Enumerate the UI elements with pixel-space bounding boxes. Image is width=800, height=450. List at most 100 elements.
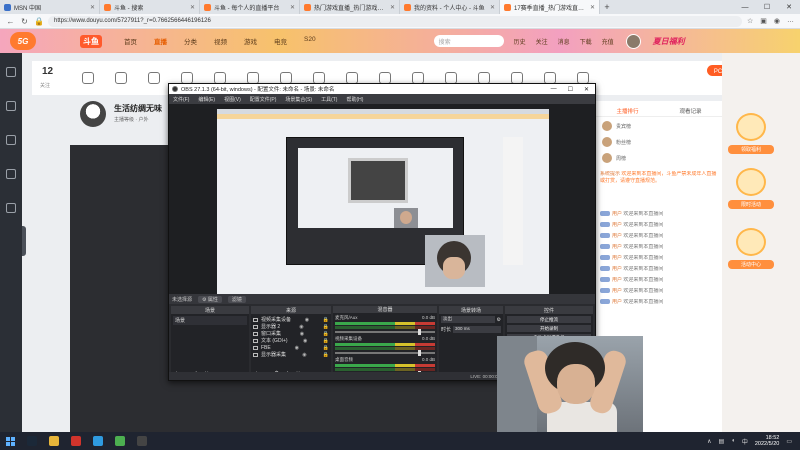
obs-menu-item[interactable]: 工具(T) bbox=[321, 96, 337, 103]
follow-link[interactable]: 关注 bbox=[536, 37, 548, 46]
source-item[interactable]: 显示器 2 ◉ 🔒 bbox=[253, 323, 329, 330]
chat-user[interactable]: 用户 bbox=[612, 266, 622, 272]
nav-item[interactable]: 视频 bbox=[214, 36, 227, 46]
profile-icon[interactable]: ◉ bbox=[774, 17, 780, 25]
duration-input[interactable]: 300 ms bbox=[453, 326, 501, 333]
network-icon[interactable]: ▤ bbox=[719, 438, 725, 445]
browser-tab[interactable]: 斗鱼 - 每个人的直播平台 ✕ bbox=[200, 0, 300, 14]
obs-preview[interactable] bbox=[169, 104, 595, 296]
chat-user[interactable]: 用户 bbox=[612, 255, 622, 261]
back-icon[interactable]: ← bbox=[6, 17, 15, 26]
source-item[interactable]: 显示器采集 ◉ 🔒 bbox=[253, 351, 329, 358]
obs-menu-item[interactable]: 文件(F) bbox=[173, 96, 189, 103]
task-icon[interactable] bbox=[82, 72, 94, 84]
obs-minimize-button[interactable]: — bbox=[551, 86, 557, 93]
obs-menu-item[interactable]: 编辑(E) bbox=[198, 96, 215, 103]
source-item[interactable]: 窗口采集 ◉ 🔒 bbox=[253, 330, 329, 337]
clock[interactable]: 18:52 2022/5/20 bbox=[755, 435, 779, 447]
search-input[interactable]: 搜索 bbox=[433, 35, 504, 47]
obs-menu-item[interactable]: 配置文件(P) bbox=[250, 96, 277, 103]
more-icon[interactable]: … bbox=[787, 17, 794, 25]
promo-label[interactable]: 限时活动 bbox=[728, 200, 774, 209]
ime-icon[interactable]: 中 bbox=[742, 437, 748, 446]
nav-item[interactable]: 直播 bbox=[154, 36, 167, 46]
chat-user[interactable]: 用户 bbox=[612, 299, 622, 305]
header-promo[interactable]: 夏日福利 bbox=[653, 36, 685, 47]
chat-user[interactable]: 用户 bbox=[612, 277, 622, 283]
chrome-icon[interactable] bbox=[115, 436, 125, 446]
obs-menu-item[interactable]: 场景集合(S) bbox=[285, 96, 312, 103]
download-link[interactable]: 下载 bbox=[580, 37, 592, 46]
promo-label[interactable]: 活动中心 bbox=[728, 260, 774, 269]
tab-history[interactable]: 观看记录 bbox=[679, 107, 701, 116]
eye-icon[interactable]: ◉ bbox=[303, 338, 307, 344]
maximize-button[interactable]: ☐ bbox=[756, 0, 778, 14]
close-icon[interactable]: ✕ bbox=[190, 4, 195, 11]
nav-item[interactable]: 分类 bbox=[184, 36, 197, 46]
user-avatar[interactable] bbox=[625, 33, 641, 49]
lock-icon[interactable]: 🔒 bbox=[323, 352, 329, 358]
chat-user[interactable]: 用户 bbox=[612, 233, 622, 239]
browser-tab[interactable]: 我的资料 - 个人中心 - 斗鱼 ✕ bbox=[400, 0, 500, 14]
eye-icon[interactable]: ◉ bbox=[302, 352, 306, 358]
source-item[interactable]: 视频采集设备 ◉ 🔒 bbox=[253, 316, 329, 323]
close-window-button[interactable]: ✕ bbox=[778, 0, 800, 14]
lock-icon[interactable]: 🔒 bbox=[323, 345, 329, 351]
streamer-avatar[interactable] bbox=[80, 101, 106, 127]
lock-icon[interactable]: 🔒 bbox=[323, 324, 329, 330]
obs-menu-item[interactable]: 帮助(H) bbox=[346, 96, 363, 103]
rail-follow-icon[interactable] bbox=[6, 101, 16, 111]
signal-icon[interactable] bbox=[115, 72, 127, 84]
collections-icon[interactable]: ▣ bbox=[760, 17, 767, 25]
rail-category-icon[interactable] bbox=[6, 135, 16, 145]
list-item[interactable]: 粉丝榜 bbox=[602, 137, 716, 147]
transition-settings-icon[interactable]: ⚙ bbox=[497, 317, 501, 323]
scene-item[interactable]: 场景 bbox=[173, 316, 247, 325]
eye-icon[interactable]: ◉ bbox=[299, 324, 303, 330]
volume-slider[interactable] bbox=[335, 350, 435, 356]
edge-icon[interactable] bbox=[93, 436, 103, 446]
message-link[interactable]: 消息 bbox=[558, 37, 570, 46]
obs-maximize-button[interactable]: ☐ bbox=[568, 86, 573, 93]
new-tab-button[interactable]: + bbox=[600, 0, 614, 14]
chat-user[interactable]: 用户 bbox=[612, 288, 622, 294]
promo-label[interactable]: 领取福利 bbox=[728, 145, 774, 154]
minimize-button[interactable]: — bbox=[734, 0, 756, 14]
source-item[interactable]: FBE ◉ 🔒 bbox=[253, 344, 329, 351]
source-item[interactable]: 文本 (GDI+) ◉ 🔒 bbox=[253, 337, 329, 344]
close-icon[interactable]: ✕ bbox=[90, 4, 95, 11]
volume-slider[interactable] bbox=[335, 329, 435, 335]
rail-collapse-handle[interactable] bbox=[22, 226, 26, 256]
browser-tab[interactable]: MSN 中国 ✕ bbox=[0, 0, 100, 14]
nav-item[interactable]: S20 bbox=[304, 36, 316, 46]
list-item[interactable]: 周榜 bbox=[602, 153, 716, 163]
chevron-up-icon[interactable]: ∧ bbox=[707, 438, 711, 445]
list-item[interactable]: 贵宾榜 bbox=[602, 121, 716, 131]
nav-item[interactable]: 首页 bbox=[124, 36, 137, 46]
favorite-icon[interactable]: ☆ bbox=[747, 17, 753, 25]
promo-badge[interactable] bbox=[736, 113, 766, 141]
transition-select[interactable]: 淡出 bbox=[441, 316, 495, 323]
notification-icon[interactable]: ▭ bbox=[786, 438, 792, 445]
promo-badge[interactable] bbox=[736, 168, 766, 196]
refresh-icon[interactable]: ↻ bbox=[20, 17, 29, 26]
rail-video-icon[interactable] bbox=[6, 169, 16, 179]
eye-icon[interactable]: ◉ bbox=[295, 345, 299, 351]
gift-icon[interactable] bbox=[148, 72, 160, 84]
url-input[interactable]: https://www.douyu.com/5727911?_r=0.76625… bbox=[48, 15, 742, 27]
close-icon[interactable]: ✕ bbox=[390, 4, 395, 11]
nav-item[interactable]: 电竞 bbox=[274, 36, 287, 46]
eye-icon[interactable]: ◉ bbox=[300, 331, 304, 337]
site-logo[interactable]: 5G bbox=[10, 32, 36, 50]
browser-tab[interactable]: 17赛季直播_热门游戏直播_斗鱼✕ bbox=[500, 0, 600, 14]
close-icon[interactable]: ✕ bbox=[290, 4, 295, 11]
rail-game-icon[interactable] bbox=[6, 203, 16, 213]
properties-button[interactable]: ⚙ 属性 bbox=[198, 295, 222, 303]
promo-badge[interactable] bbox=[736, 228, 766, 256]
start-icon[interactable] bbox=[6, 436, 15, 446]
obs-icon[interactable] bbox=[137, 436, 147, 446]
filters-button[interactable]: 滤镜 bbox=[227, 295, 246, 303]
chat-user[interactable]: 系统提示 bbox=[600, 171, 620, 177]
obs-menu-item[interactable]: 视图(V) bbox=[224, 96, 241, 103]
rail-home-icon[interactable] bbox=[6, 67, 16, 77]
